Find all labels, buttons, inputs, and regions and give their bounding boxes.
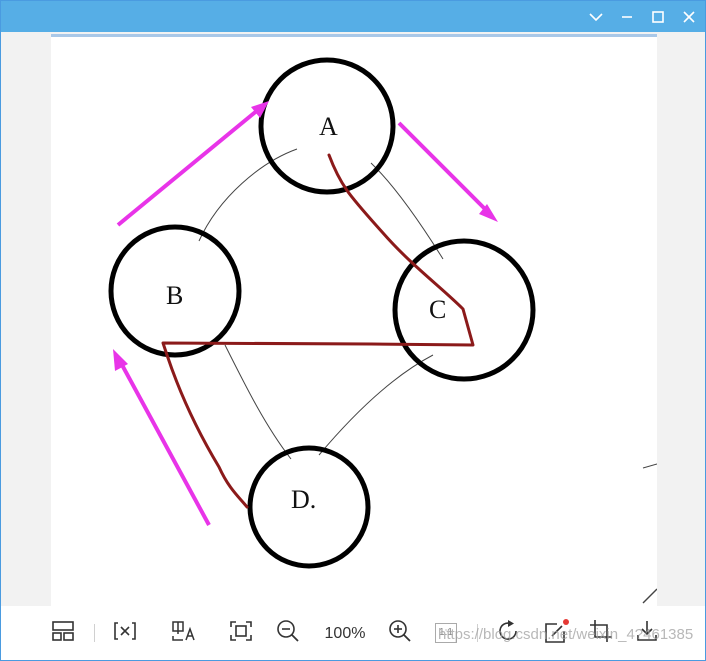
edge-c-d [318,354,434,456]
traversal-path [161,153,475,509]
edge-a-b [198,148,298,242]
layout-grid-icon [51,620,75,647]
node-b-label: B [166,281,183,310]
chevron-down-icon [589,12,603,22]
edge-corner [642,588,657,604]
minimize-button[interactable] [617,7,637,27]
close-icon [682,10,696,24]
watermark: https://blog.csdn.net/weixin_4?461385 [438,626,694,643]
close-button[interactable] [679,7,699,27]
fit-screen-icon [229,620,253,647]
maximize-icon [651,10,665,24]
node-c-label: C [429,295,446,324]
translate-icon [171,620,197,647]
collapse-button[interactable] [586,7,606,27]
arrow-b-to-a [116,101,269,227]
zoom-in-button[interactable] [386,619,414,647]
title-bar[interactable] [1,1,705,32]
edge-stub [642,463,657,469]
formula-icon [113,620,137,647]
fit-screen-button[interactable] [227,619,255,647]
notification-dot [563,619,569,625]
zoom-in-icon [388,619,412,648]
arrow-d-to-b [113,349,211,526]
zoom-out-button[interactable] [274,619,302,647]
arrow-a-to-c [397,121,498,222]
layout-button[interactable] [49,619,77,647]
displayed-image: A B C D. [51,34,657,608]
zoom-out-icon [276,619,300,648]
edge-a-c [370,162,444,260]
translate-button[interactable] [170,619,198,647]
image-viewer-window: A B C D. 100% 1:1 https://blog.csdn.net/… [0,0,706,661]
graph-diagram: A B C D. [108,57,657,604]
maximize-button[interactable] [648,7,668,27]
formula-button[interactable] [111,619,139,647]
node-a-label: A [319,112,338,141]
image-canvas[interactable]: A B C D. [1,32,705,608]
edge-b-d [224,344,292,460]
zoom-level: 100% [324,625,366,642]
minimize-icon [620,10,634,24]
node-d-label: D. [291,485,316,514]
toolbar-divider [94,624,95,642]
